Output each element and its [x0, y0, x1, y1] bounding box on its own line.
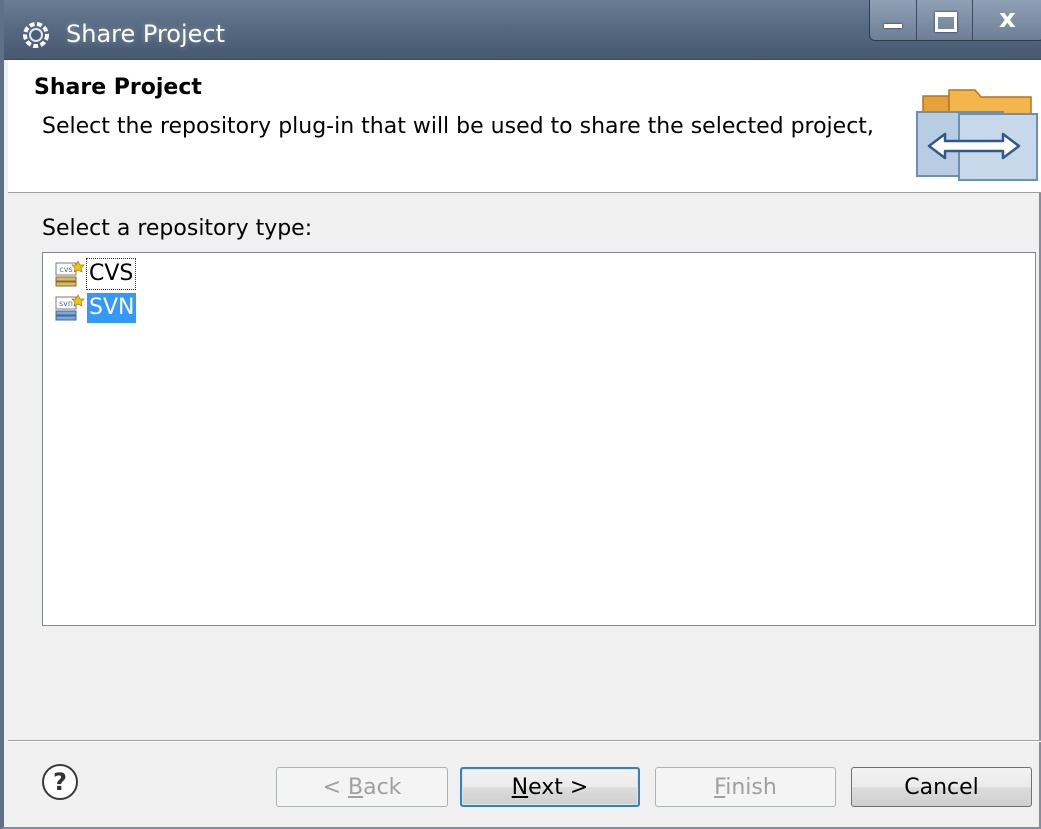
finish-button[interactable]: Finish: [655, 767, 836, 807]
eclipse-gear-icon: [23, 22, 49, 48]
svg-text:svn: svn: [59, 299, 73, 308]
banner-title: Share Project: [34, 75, 202, 100]
share-folders-arrows-icon: [916, 89, 1038, 181]
next-button-label: Next >: [511, 774, 589, 800]
help-button[interactable]: ?: [42, 764, 78, 800]
window-controls: x: [869, 0, 1041, 41]
back-button-label: < Back: [322, 774, 402, 800]
share-project-dialog: Share Project x Share Project Select the…: [0, 0, 1041, 829]
finish-button-label: Finish: [714, 774, 777, 800]
list-item-label: CVS: [85, 258, 137, 290]
svn-repository-icon: svn: [55, 294, 85, 321]
minimize-button[interactable]: [870, 0, 916, 40]
cvs-repository-icon: cvs: [55, 260, 85, 287]
repository-type-list[interactable]: cvs CVS svn SVN: [42, 252, 1036, 626]
close-button[interactable]: x: [972, 0, 1041, 40]
close-icon: x: [999, 4, 1016, 34]
help-icon: ?: [53, 768, 67, 796]
repository-type-label: Select a repository type:: [42, 216, 313, 241]
wizard-banner: Share Project Select the repository plug…: [8, 60, 1041, 193]
list-item-cvs[interactable]: cvs CVS: [53, 257, 137, 291]
title-bar[interactable]: Share Project x: [4, 0, 1041, 60]
next-button[interactable]: Next >: [460, 767, 640, 807]
back-button[interactable]: < Back: [276, 767, 448, 807]
list-item-svn[interactable]: svn SVN: [53, 291, 137, 325]
list-item-label: SVN: [87, 293, 137, 323]
maximize-button[interactable]: [916, 0, 972, 40]
banner-description: Select the repository plug-in that will …: [42, 114, 874, 139]
cancel-button[interactable]: Cancel: [851, 767, 1032, 807]
button-bar-separator: [8, 740, 1041, 742]
cancel-button-label: Cancel: [904, 774, 979, 800]
svg-text:cvs: cvs: [59, 265, 72, 274]
window-title: Share Project: [66, 20, 225, 48]
